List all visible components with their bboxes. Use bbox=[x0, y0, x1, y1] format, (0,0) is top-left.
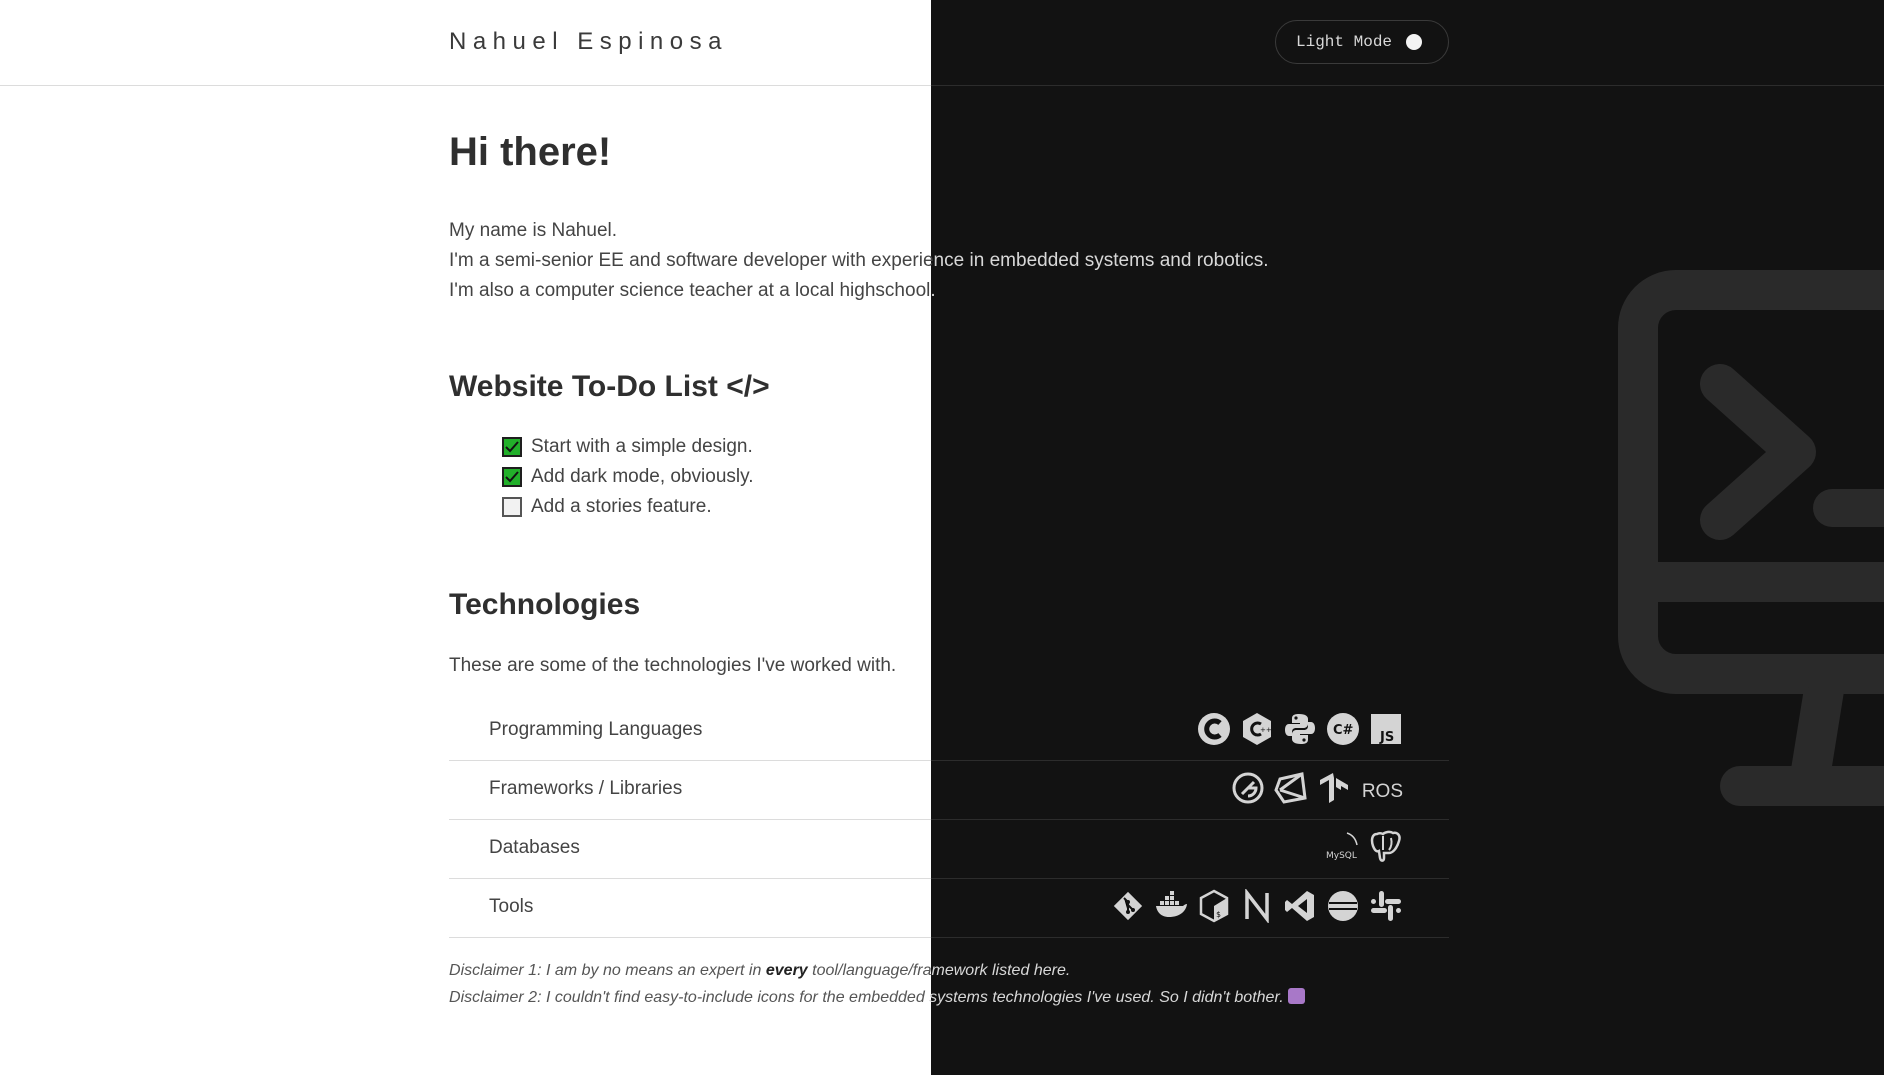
technologies-intro: These are some of the technologies I've … bbox=[449, 655, 897, 676]
c-icon bbox=[1198, 713, 1230, 745]
ros-label: ROS bbox=[1361, 781, 1403, 802]
toggle-knob-icon bbox=[1406, 34, 1423, 50]
svg-text:MySQL: MySQL bbox=[1326, 851, 1357, 861]
technologies-section-title: Technologies bbox=[449, 588, 641, 621]
eclipse-icon bbox=[1328, 891, 1358, 921]
disclaimer-2-text: Disclaimer 2: I couldn't find easy-to-in… bbox=[449, 989, 1284, 1006]
todo-item-label: Add dark mode, obviously. bbox=[531, 466, 754, 487]
theme-toggle-button[interactable]: Light Mode bbox=[1275, 20, 1449, 64]
header-divider-dark bbox=[931, 85, 1884, 86]
unity-icon bbox=[1274, 772, 1307, 804]
intro-line: I'm also a computer science teacher at a… bbox=[449, 280, 936, 301]
todo-item-label: Add a stories feature. bbox=[531, 496, 712, 517]
disclaimer-2: Disclaimer 2: I couldn't find easy-to-in… bbox=[449, 984, 1305, 1011]
site-header: Nahuel Espinosa Light Mode bbox=[0, 0, 1884, 86]
docker-icon bbox=[1156, 891, 1187, 917]
tech-row-label: Frameworks / Libraries bbox=[489, 778, 683, 799]
svg-text:JS: JS bbox=[1379, 730, 1394, 745]
theme-toggle-label: Light Mode bbox=[1296, 33, 1393, 51]
git-icon bbox=[1113, 891, 1143, 921]
disclaimer-1: Disclaimer 1: I am by no means an expert… bbox=[449, 957, 1305, 984]
tech-row-frameworks: Frameworks / Libraries ROS bbox=[449, 761, 1449, 820]
todo-list: Start with a simple design. Add dark mod… bbox=[502, 432, 754, 522]
todo-item-label: Start with a simple design. bbox=[531, 436, 753, 457]
tensorflow-icon bbox=[1319, 773, 1348, 803]
checkbox-unchecked-icon[interactable] bbox=[502, 497, 522, 517]
slack-icon bbox=[1371, 891, 1401, 921]
disclaimer-1-text: Disclaimer 1: I am by no means an expert… bbox=[449, 962, 762, 979]
vscode-icon bbox=[1285, 891, 1314, 921]
checkbox-checked-icon[interactable] bbox=[502, 437, 522, 457]
page-title: Hi there! bbox=[449, 130, 612, 174]
postgresql-icon bbox=[1370, 830, 1401, 862]
tech-row-label: Programming Languages bbox=[489, 719, 703, 740]
technologies-table: Programming Languages ++ C# JS Framework… bbox=[449, 702, 1449, 938]
tech-icons: $ bbox=[1111, 886, 1403, 926]
svg-text:$: $ bbox=[1216, 910, 1221, 919]
tech-icons: ROS bbox=[1231, 768, 1403, 808]
tech-row-label: Tools bbox=[489, 896, 534, 917]
svg-text:++: ++ bbox=[1260, 726, 1272, 734]
svg-text:C#: C# bbox=[1333, 723, 1354, 738]
tech-icons: MySQL bbox=[1326, 827, 1403, 867]
csharp-icon: C# bbox=[1327, 713, 1359, 745]
tech-icons: ++ C# JS bbox=[1197, 709, 1403, 749]
intro-line: I'm a semi-senior EE and software develo… bbox=[449, 250, 1269, 271]
intro-line: My name is Nahuel. bbox=[449, 220, 618, 241]
todo-item: Start with a simple design. bbox=[502, 432, 754, 462]
bash-icon: $ bbox=[1199, 889, 1229, 923]
intro-text: My name is Nahuel. I'm a semi-senior EE … bbox=[449, 216, 1269, 306]
todo-item: Add dark mode, obviously. bbox=[502, 462, 754, 492]
disclaimer-1-emphasis: every bbox=[765, 962, 808, 979]
header-divider bbox=[0, 85, 931, 86]
mysql-icon: MySQL bbox=[1326, 832, 1358, 861]
brand-name[interactable]: Nahuel Espinosa bbox=[449, 28, 728, 56]
cpp-icon: ++ bbox=[1243, 713, 1272, 745]
tech-row-languages: Programming Languages ++ C# JS bbox=[449, 702, 1449, 761]
row-divider bbox=[449, 937, 931, 938]
todo-item: Add a stories feature. bbox=[502, 492, 754, 522]
tech-row-label: Databases bbox=[489, 837, 580, 858]
gatsby-icon bbox=[1232, 772, 1264, 804]
tech-row-tools: Tools $ bbox=[449, 879, 1449, 938]
nextjs-icon bbox=[1245, 889, 1269, 923]
disclaimers: Disclaimer 1: I am by no means an expert… bbox=[449, 957, 1305, 1011]
tech-row-databases: Databases MySQL bbox=[449, 820, 1449, 879]
javascript-icon: JS bbox=[1371, 714, 1401, 745]
row-divider-dark bbox=[931, 937, 1449, 938]
woman-shrugging-emoji-icon bbox=[1287, 988, 1305, 1004]
todo-section-title: Website To-Do List </> bbox=[449, 370, 770, 403]
disclaimer-1-text-end: tool/language/framework listed here. bbox=[812, 962, 1071, 979]
python-icon bbox=[1285, 714, 1315, 744]
checkbox-checked-icon[interactable] bbox=[502, 467, 522, 487]
